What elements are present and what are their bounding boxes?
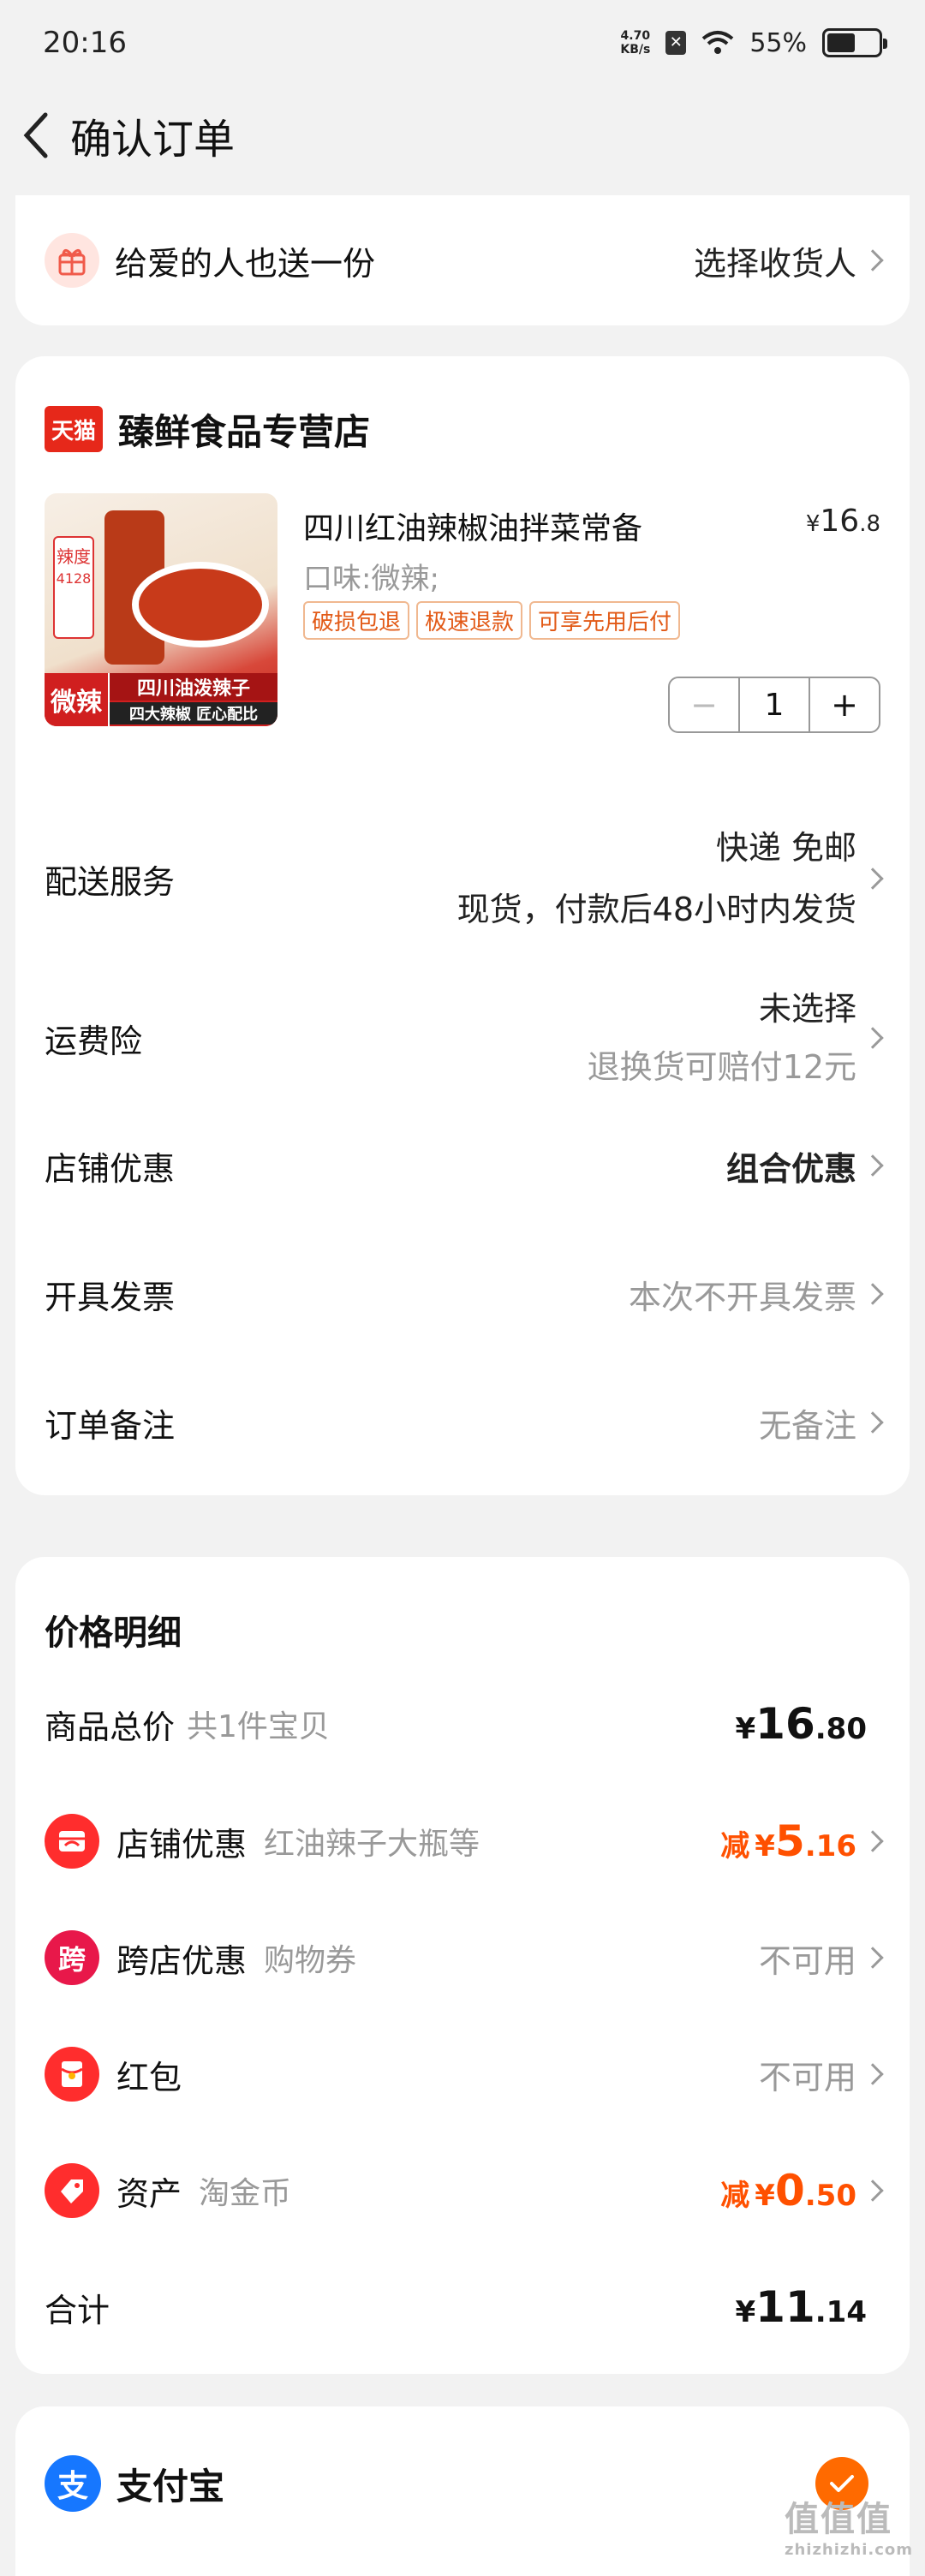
goods-total-label: 商品总价 xyxy=(45,1708,176,1746)
product-price: ¥16.8 xyxy=(805,504,880,539)
service-tag: 可享先用后付 xyxy=(529,601,681,640)
goods-total-row: 商品总价 共1件宝贝 ¥16.80 xyxy=(45,1685,880,1762)
insurance-label: 运费险 xyxy=(45,1022,143,1060)
invoice-label: 开具发票 xyxy=(45,1278,176,1316)
cross-store-row[interactable]: 跨 跨店优惠 购物券 不可用 xyxy=(45,1915,884,2001)
delivery-method: 快递 免邮 xyxy=(715,829,856,867)
product-spec: 口味:微辣; xyxy=(303,562,439,596)
chevron-right-icon xyxy=(862,1947,884,1969)
shop-discount-value: 组合优惠 xyxy=(725,1149,856,1188)
goods-count: 共1件宝贝 xyxy=(187,1709,330,1744)
delivery-row[interactable]: 配送服务 快递 免邮 现货，付款后48小时内发货 xyxy=(45,802,884,956)
nav-bar: 确认订单 xyxy=(0,86,925,184)
price-shop-discount-value: 减 ¥5.16 xyxy=(720,1816,856,1866)
chevron-right-icon xyxy=(862,1154,884,1177)
payment-card[interactable]: 支 支付宝 xyxy=(15,2406,910,2576)
chevron-right-icon xyxy=(862,1830,884,1852)
chevron-right-icon xyxy=(862,249,884,271)
price-shop-discount-label: 店铺优惠 xyxy=(116,1825,248,1863)
cross-store-icon: 跨 xyxy=(45,1930,99,1985)
product-image-code: 4128 xyxy=(56,570,92,587)
battery-icon xyxy=(822,28,887,57)
back-arrow-icon xyxy=(23,112,48,158)
status-bar: 20:16 4.70 KB/s ✕ 55% xyxy=(0,0,925,86)
store-name[interactable]: 臻鲜食品专营店 xyxy=(118,403,370,456)
product-image-line2: 四大辣椒 匠心配比 xyxy=(110,702,278,724)
red-packet-icon xyxy=(45,2047,99,2102)
quantity-stepper: − 1 + xyxy=(668,677,880,733)
sum-value: ¥11.14 xyxy=(735,2282,868,2332)
wifi-icon xyxy=(702,31,734,54)
price-shop-discount-sub: 红油辣子大瓶等 xyxy=(264,1827,480,1862)
red-packet-value: 不可用 xyxy=(758,2058,856,2096)
order-note-label: 订单备注 xyxy=(45,1406,176,1445)
battery-percent: 55% xyxy=(749,27,807,58)
price-shop-discount-row[interactable]: 店铺优惠 红油辣子大瓶等 减 ¥5.16 xyxy=(45,1798,884,1884)
coin-tag-icon xyxy=(45,2163,99,2218)
sim-off-icon: ✕ xyxy=(665,31,687,55)
tmall-logo: 天猫 xyxy=(45,406,103,452)
product-image-spice: 辣度 xyxy=(57,546,91,567)
assets-value: 减 ¥0.50 xyxy=(720,2166,856,2215)
page-title: 确认订单 xyxy=(70,115,236,164)
product-image-line1: 四川油泼辣子 xyxy=(110,673,278,701)
insurance-desc: 退换货可赔付12元 xyxy=(587,1048,856,1086)
shop-discount-label: 店铺优惠 xyxy=(45,1149,176,1188)
store-card: 天猫 臻鲜食品专营店 辣度 4128 微辣 四川油泼辣子 四大辣椒 匠心配比 四… xyxy=(15,356,910,1495)
service-tag: 破损包退 xyxy=(303,601,410,640)
assets-row[interactable]: 资产 淘金币 减 ¥0.50 xyxy=(45,2148,884,2233)
invoice-value: 本次不开具发票 xyxy=(628,1278,856,1316)
chevron-right-icon xyxy=(862,1411,884,1434)
goods-total-value: ¥16.80 xyxy=(735,1699,868,1749)
cross-store-label: 跨店优惠 xyxy=(116,1941,248,1980)
back-button[interactable] xyxy=(12,110,60,161)
price-detail-title: 价格明细 xyxy=(45,1613,182,1653)
alipay-icon: 支 xyxy=(45,2455,101,2512)
gift-label: 给爱的人也送一份 xyxy=(115,244,376,283)
shop-discount-row[interactable]: 店铺优惠 组合优惠 xyxy=(45,1118,884,1213)
assets-sub: 淘金币 xyxy=(199,2176,292,2211)
gift-icon xyxy=(45,233,99,288)
shop-discount-icon xyxy=(45,1814,99,1869)
product-title[interactable]: 四川红油辣椒油拌菜常备 xyxy=(303,504,642,548)
increase-button[interactable]: + xyxy=(810,678,879,731)
order-note-value: 无备注 xyxy=(758,1406,856,1445)
network-speed: 4.70 KB/s xyxy=(620,29,651,57)
sum-row: 合计 ¥11.14 xyxy=(45,2264,880,2350)
cross-store-value: 不可用 xyxy=(758,1941,856,1980)
chevron-right-icon xyxy=(862,868,884,890)
watermark-logo: 值值值 zhizhizhi.com xyxy=(784,2500,913,2559)
red-packet-label: 红包 xyxy=(116,2058,182,2096)
alipay-label: 支付宝 xyxy=(116,2465,225,2507)
decrease-button[interactable]: − xyxy=(670,678,738,731)
chevron-right-icon xyxy=(862,2179,884,2202)
status-icons: 4.70 KB/s ✕ 55% xyxy=(620,27,887,58)
chevron-right-icon xyxy=(862,1283,884,1305)
chevron-right-icon xyxy=(862,1027,884,1049)
insurance-row[interactable]: 运费险 未选择 退换货可赔付12元 xyxy=(45,969,884,1106)
red-packet-row[interactable]: 红包 不可用 xyxy=(45,2031,884,2117)
service-tag: 极速退款 xyxy=(416,601,523,640)
status-time: 20:16 xyxy=(43,26,127,60)
order-note-row[interactable]: 订单备注 无备注 xyxy=(45,1375,884,1470)
insurance-status: 未选择 xyxy=(758,990,856,1028)
product-image-badge: 微辣 xyxy=(45,673,110,726)
gift-card[interactable]: 给爱的人也送一份 选择收货人 xyxy=(15,195,910,325)
price-detail-card: 价格明细 商品总价 共1件宝贝 ¥16.80 店铺优惠 红油辣子大瓶等 减 ¥5.… xyxy=(15,1557,910,2374)
chevron-right-icon xyxy=(862,2063,884,2085)
delivery-label: 配送服务 xyxy=(45,862,176,901)
sum-label: 合计 xyxy=(45,2291,110,2329)
delivery-time: 现货，付款后48小时内发货 xyxy=(457,891,856,928)
product-image[interactable]: 辣度 4128 微辣 四川油泼辣子 四大辣椒 匠心配比 xyxy=(45,493,278,726)
select-recipient-link[interactable]: 选择收货人 xyxy=(694,237,856,284)
assets-label: 资产 xyxy=(116,2174,182,2213)
quantity-value[interactable]: 1 xyxy=(738,678,810,731)
service-tags: 破损包退 极速退款 可享先用后付 xyxy=(303,601,687,640)
cross-store-sub: 购物券 xyxy=(264,1943,357,1978)
invoice-row[interactable]: 开具发票 本次不开具发票 xyxy=(45,1247,884,1341)
